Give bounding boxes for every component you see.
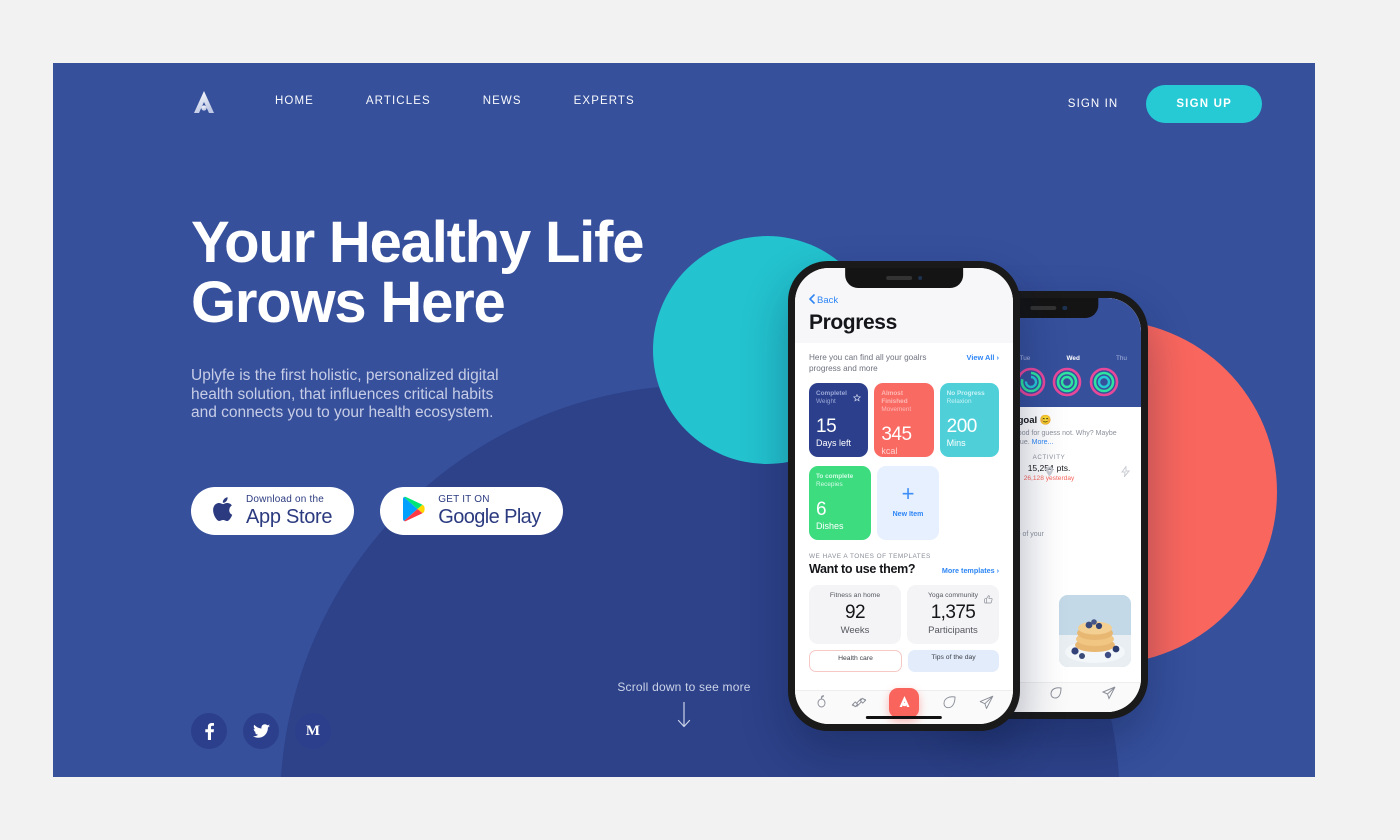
apple-icon (213, 496, 236, 526)
activity-unit: pts. (1056, 462, 1071, 473)
smiley-emoji-icon: 😊 (1039, 415, 1052, 426)
back-label: Back (817, 295, 839, 306)
nav-link-news[interactable]: NEWS (457, 95, 548, 107)
templates-section: WE HAVE A TONES OF TEMPLATES Want to use… (809, 553, 999, 576)
headline-line-2: Grows Here (191, 270, 506, 335)
stat-value: 92 (845, 602, 866, 623)
goal-card-status: To complete (816, 473, 854, 480)
google-play-icon (402, 495, 428, 526)
star-icon[interactable] (853, 389, 862, 407)
hero-content: Your Healthy Life Grows Here Uplyfe is t… (191, 213, 711, 749)
goal-card-value: 15 (816, 416, 837, 437)
new-item-button[interactable]: + New Item (877, 466, 939, 540)
scroll-hint-label: Scroll down to see more (617, 680, 751, 694)
goal-cards-row-2: To complete Recepies 6 Dishes + New Item (809, 466, 999, 540)
sign-in-button[interactable]: SIGN IN (1068, 98, 1119, 110)
activity-ring-4[interactable] (1089, 367, 1119, 397)
google-play-small-label: GET IT ON (438, 493, 490, 505)
stat-unit: Participants (928, 625, 978, 636)
pancakes-photo (1059, 595, 1131, 667)
lightning-bolt-icon (1121, 464, 1131, 482)
app-store-button[interactable]: Download on the App Store (191, 486, 355, 535)
speaker-grille (885, 276, 912, 280)
new-item-label: New Item (892, 511, 924, 518)
goal-cards-row-1: Completel Weight 15 Days left Almost Fin… (809, 383, 999, 457)
stat-card-fitness[interactable]: Fitness an home 92 Weeks (809, 585, 901, 644)
view-all-label: View All (966, 353, 995, 362)
stat-unit: Weeks (840, 625, 870, 636)
headline-line-1: Your Healthy Life (191, 210, 644, 275)
scroll-hint[interactable]: Scroll down to see more (53, 680, 1315, 733)
activity-ring-3[interactable] (1052, 367, 1082, 397)
goal-card-relaxion[interactable]: No Progress Relaxion 200 Mins (939, 383, 999, 457)
goal-card-status: No Progress (946, 390, 985, 397)
sign-up-button[interactable]: SIGN UP (1146, 85, 1262, 123)
goal-card-movement[interactable]: Almost Finished Movement 345 kcal (874, 383, 934, 457)
front-camera (1062, 305, 1068, 311)
store-badges: Download on the App Store GET IT ON Goog… (191, 486, 711, 535)
goal-card-category: Movement (881, 406, 912, 413)
goal-card-status: Almost Finished (881, 390, 908, 405)
google-play-big-label: Google Play (438, 505, 541, 528)
phone1-screen-title: Progress (809, 311, 897, 334)
speaker-grille (1030, 306, 1057, 310)
thumbs-up-icon[interactable] (984, 591, 993, 609)
goal-card-unit: Dishes (816, 521, 844, 531)
hero-subcopy: Uplyfe is the first holistic, personaliz… (191, 367, 499, 421)
front-camera (917, 275, 923, 281)
templates-kicker: WE HAVE A TONES OF TEMPLATES (809, 553, 931, 560)
google-play-button[interactable]: GET IT ON Google Play (380, 486, 563, 535)
stat-card-yoga[interactable]: Yoga community 1,375 Participants (907, 585, 999, 644)
chevron-left-icon (809, 294, 815, 307)
templates-title: Want to use them? (809, 562, 916, 576)
back-button[interactable]: Back (809, 294, 999, 307)
goal-card-value: 200 (946, 416, 978, 437)
goal-card-unit: Mins (946, 438, 966, 448)
goal-card-unit: Days left (816, 438, 852, 448)
weekday-thu[interactable]: Thu (1116, 355, 1127, 362)
goal-card-value: 345 (881, 424, 912, 445)
nav-links: HOME ARTICLES NEWS EXPERTS (249, 95, 661, 107)
nav-link-home[interactable]: HOME (249, 95, 340, 107)
stat-value: 1,375 (930, 602, 976, 623)
mini-card-health-care[interactable]: Health care (809, 650, 902, 672)
more-templates-label: More templates (941, 566, 995, 575)
phone1-notch (845, 268, 963, 288)
app-store-small-label: Download on the (246, 493, 325, 505)
view-all-link[interactable]: View All › (967, 352, 999, 362)
goal-card-weight[interactable]: Completel Weight 15 Days left (809, 383, 869, 457)
phone1-description: Here you can find all your goalrs progre… (809, 353, 927, 373)
more-link[interactable]: More... (1032, 439, 1054, 446)
nav-link-articles[interactable]: ARTICLES (340, 95, 457, 107)
stat-label: Yoga community (928, 592, 978, 599)
plus-icon: + (901, 481, 915, 506)
weekday-tue[interactable]: Tue (1020, 355, 1031, 362)
goal-card-recepies[interactable]: To complete Recepies 6 Dishes (809, 466, 871, 540)
goal-card-category: Recepies (816, 481, 843, 488)
weekday-wed[interactable]: Wed (1066, 355, 1079, 362)
uplyfe-logo[interactable] (187, 87, 221, 121)
mini-cards-row: Health care Tips of the day (809, 650, 999, 672)
hero-section: HOME ARTICLES NEWS EXPERTS SIGN IN SIGN … (53, 63, 1315, 777)
main-navigation: HOME ARTICLES NEWS EXPERTS SIGN IN SIGN … (53, 63, 1315, 143)
arrow-down-icon (53, 701, 1315, 733)
nav-auth-group: SIGN IN SIGN UP (1068, 85, 1262, 123)
goal-card-value: 6 (816, 499, 827, 520)
page-title: Your Healthy Life Grows Here (191, 213, 711, 333)
mini-card-tips-of-day[interactable]: Tips of the day (908, 650, 999, 672)
goal-card-category: Relaxion (946, 398, 972, 405)
phone1-body: Here you can find all your goalrs progre… (795, 343, 1013, 672)
nav-link-experts[interactable]: EXPERTS (548, 95, 661, 107)
phone-mockup-primary: Back Progress Here you can find all your… (788, 261, 1020, 731)
stats-row: Fitness an home 92 Weeks Yoga community … (809, 585, 999, 644)
activity-ring-2[interactable] (1016, 367, 1046, 397)
location-pin-icon (1045, 464, 1054, 482)
goal-card-unit: kcal (881, 446, 898, 456)
app-store-big-label: App Store (246, 505, 333, 528)
more-templates-link[interactable]: More templates › (942, 566, 999, 575)
stat-label: Fitness an home (829, 592, 881, 599)
